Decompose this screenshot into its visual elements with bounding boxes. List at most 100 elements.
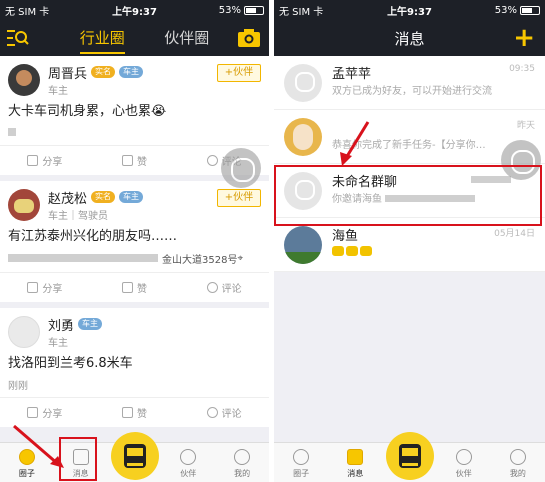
tab-partner-circle[interactable]: 伙伴圈 (164, 20, 209, 56)
tab-label: 圈子 (293, 469, 310, 478)
share-icon (27, 155, 39, 166)
tab-label: 伙伴 (180, 469, 197, 478)
avatar (284, 117, 322, 156)
truck-center-button[interactable] (110, 432, 159, 480)
avatar[interactable] (8, 316, 40, 348)
page-title: 消息 (394, 29, 425, 48)
plus-icon[interactable]: + (513, 25, 535, 51)
list-item[interactable]: 孟苹苹 双方已成为好友，可以开始进行交流 09:35 (274, 56, 545, 110)
message-icon (347, 449, 364, 465)
status-time: 上午9:37 (387, 6, 432, 18)
battery-icon (244, 5, 264, 15)
tab-messages[interactable]: 消息 (328, 443, 382, 482)
tab-label: 我的 (234, 469, 251, 478)
comment-label: 评论 (221, 284, 242, 295)
post-location[interactable]: 金山大道3528号 ⌖ (8, 250, 261, 266)
comment-label: 评论 (221, 409, 242, 420)
share-label: 分享 (42, 409, 63, 420)
tab-partners[interactable]: 伙伴 (161, 443, 215, 482)
conversation-title: 孟苹苹 (332, 66, 372, 82)
list-item[interactable]: 海鱼 05月14日 (274, 218, 545, 272)
like-label: 赞 (137, 284, 147, 295)
comment-icon (206, 407, 218, 418)
menu-search-icon[interactable] (6, 28, 30, 48)
like-label: 赞 (137, 157, 147, 168)
post-time: 刚刚 (8, 380, 28, 392)
tab-label: 伙伴 (455, 469, 472, 478)
location-text: 金山大道3528号 (162, 254, 238, 266)
post-author: 刘勇 车主 车主 (48, 316, 261, 349)
floating-assistive-touch[interactable] (221, 148, 261, 188)
add-partner-button[interactable]: +伙伴 (217, 64, 261, 82)
partners-icon (180, 449, 197, 465)
top-nav: 行业圈 伙伴圈 (0, 20, 269, 56)
screenshot-stage: 无 SIM 卡 上午9:37 53% 行业圈 伙伴圈 周晋兵 实名 车主 车主 … (0, 0, 545, 482)
post-content: 大卡车司机身累，心也累😭 (8, 103, 261, 121)
post-content: 有江苏泰州兴化的朋友吗…… (8, 229, 178, 244)
annotation-arrow-icon (13, 424, 64, 468)
avatar[interactable] (8, 189, 40, 221)
partners-icon (455, 449, 472, 465)
like-button[interactable]: 赞 (90, 280, 180, 295)
thumb-up-icon (122, 282, 133, 293)
feed-post[interactable]: 赵茂松 实名 车主 车主｜驾驶员 +伙伴 有江苏泰州兴化的朋友吗…… 金山大道3… (0, 181, 269, 302)
thumb-up-icon (122, 407, 133, 418)
verified-badge: 实名 (91, 191, 116, 203)
feed-tabs: 行业圈 伙伴圈 (60, 20, 229, 56)
share-button[interactable]: 分享 (0, 405, 90, 420)
truck-center-button[interactable] (385, 432, 434, 480)
owner-badge: 车主 (119, 191, 144, 203)
circle-icon (293, 449, 310, 465)
status-bar: 无 SIM 卡 上午9:37 53% (274, 0, 545, 20)
author-role: 车主 (48, 338, 68, 349)
share-button[interactable]: 分享 (0, 280, 90, 295)
tab-label: 消息 (347, 469, 364, 478)
camera-icon[interactable] (237, 27, 261, 49)
highlight-box-group-chat (274, 165, 542, 226)
status-time: 上午9:37 (112, 6, 157, 18)
share-button[interactable]: 分享 (0, 153, 90, 168)
comment-button[interactable]: 评论 (179, 405, 269, 420)
author-name[interactable]: 刘勇 (48, 315, 74, 334)
like-button[interactable]: 赞 (90, 153, 180, 168)
thumb-up-icon (122, 155, 133, 166)
post-text: 大卡车司机身累，心也累 (8, 104, 152, 119)
avatar (284, 63, 322, 102)
truck-icon (123, 444, 146, 468)
battery-icon (520, 5, 540, 15)
emoji-icon (332, 245, 344, 256)
comment-button[interactable]: 评论 (179, 280, 269, 295)
emoji-preview (332, 245, 535, 262)
author-role: 车主 (48, 86, 68, 97)
top-nav: 消息 + (274, 20, 545, 56)
author-name[interactable]: 赵茂松 (48, 188, 87, 207)
tab-mine[interactable]: 我的 (215, 443, 269, 482)
avatar[interactable] (8, 64, 40, 96)
feed-post[interactable]: 刘勇 车主 车主 找洛阳到兰考6.8米车 刚刚 分享 赞 评论 (0, 308, 269, 427)
verified-badge: 实名 (91, 66, 116, 78)
owner-badge: 车主 (119, 66, 144, 78)
conversation-time: 昨天 (516, 121, 535, 131)
right-phone-screen: 无 SIM 卡 上午9:37 53% 消息 + 孟苹苹 双方已成为好友，可以开始… (274, 0, 545, 482)
tab-mine[interactable]: 我的 (491, 443, 545, 482)
status-bar: 无 SIM 卡 上午9:37 53% (0, 0, 269, 20)
post-emoji: 😭 (151, 104, 167, 119)
add-partner-button[interactable]: +伙伴 (217, 189, 261, 207)
truck-icon (398, 444, 421, 468)
like-button[interactable]: 赞 (90, 405, 180, 420)
post-header: 刘勇 车主 车主 (8, 316, 261, 349)
avatar (284, 225, 322, 264)
comment-icon (206, 155, 218, 166)
tab-partners[interactable]: 伙伴 (437, 443, 491, 482)
location-pin-icon: ⌖ (237, 252, 244, 264)
author-name[interactable]: 周晋兵 (48, 63, 87, 82)
tab-industry-circle[interactable]: 行业圈 (79, 20, 125, 56)
profile-icon (509, 449, 526, 465)
owner-badge: 车主 (78, 318, 103, 330)
share-icon (27, 282, 39, 293)
tab-circle[interactable]: 圈子 (274, 443, 328, 482)
conversation-time: 05月14日 (494, 229, 535, 239)
feed-list: 周晋兵 实名 车主 车主 +伙伴 大卡车司机身累，心也累😭 分享 赞 评论 (0, 56, 269, 442)
emoji-icon (360, 245, 372, 256)
conversation-preview: 双方已成为好友，可以开始进行交流 (332, 85, 492, 97)
